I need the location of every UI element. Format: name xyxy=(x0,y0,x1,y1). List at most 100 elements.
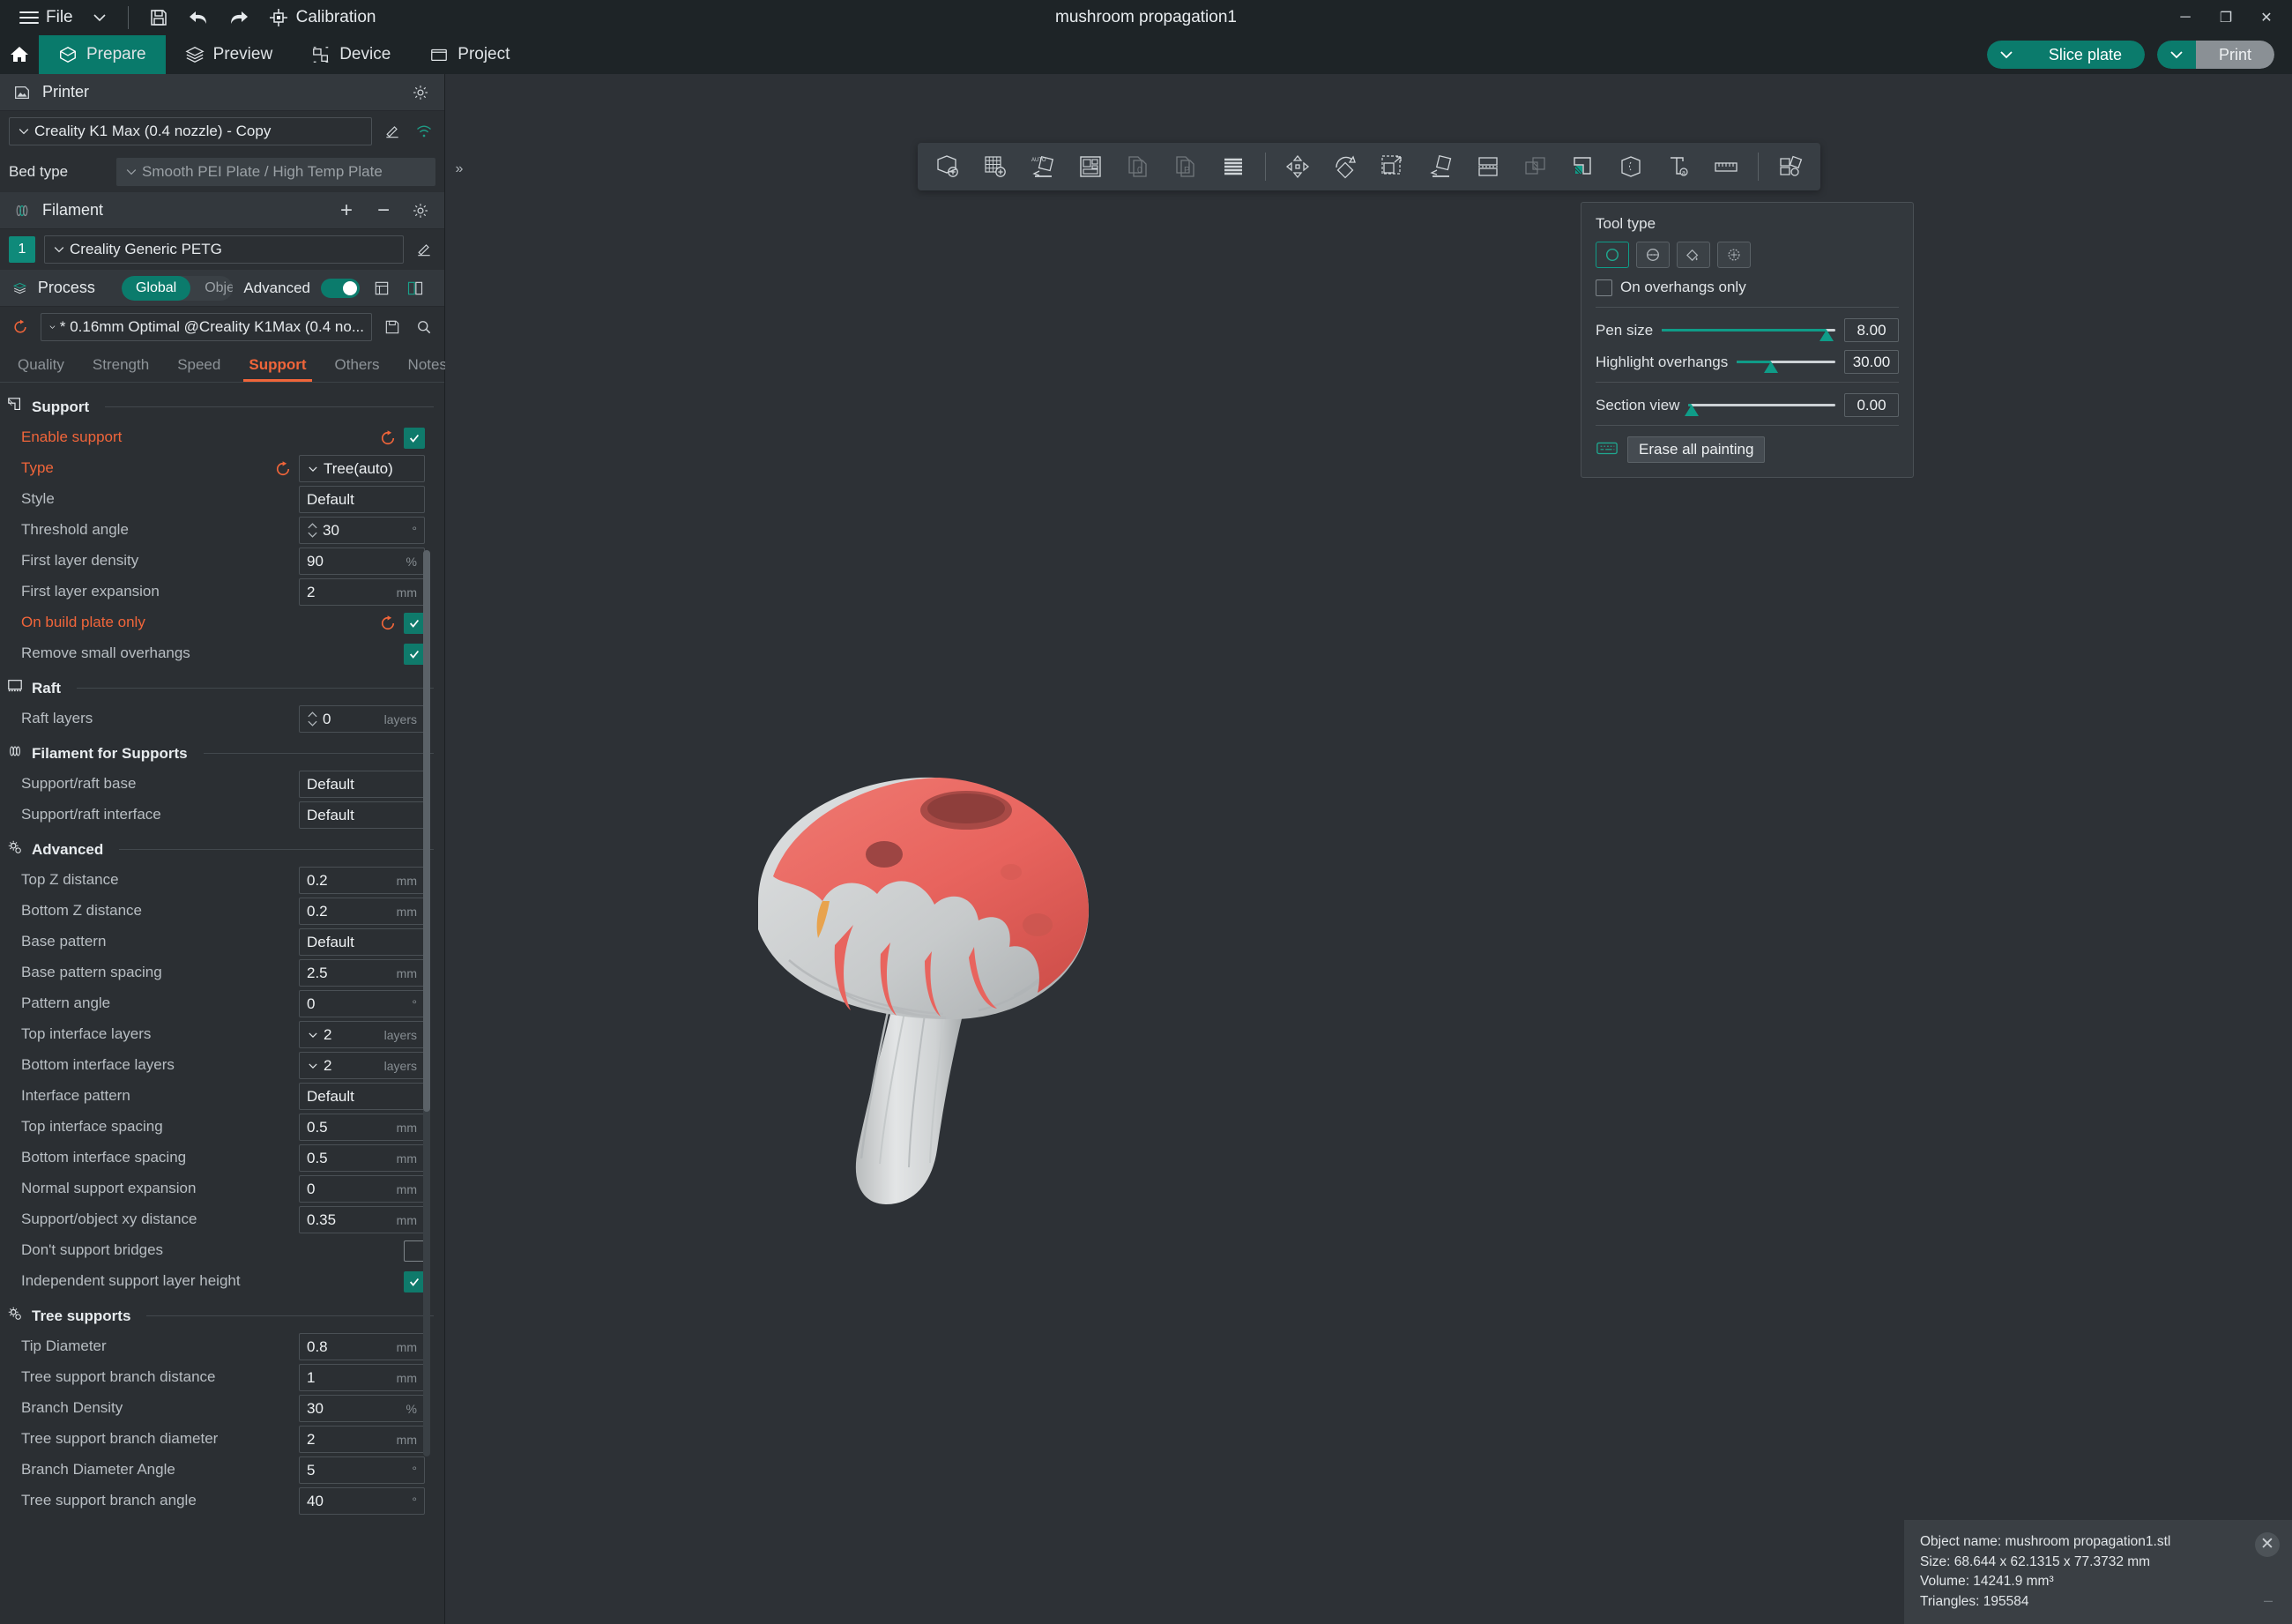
top-interface-layers-select[interactable]: 2 layers xyxy=(299,1021,425,1048)
compare-presets-button[interactable] xyxy=(370,277,393,300)
nav-tab-device[interactable]: Device xyxy=(292,35,410,74)
rotate-icon[interactable] xyxy=(1322,146,1368,187)
fill-bucket-icon[interactable] xyxy=(1677,242,1710,268)
viewport-3d[interactable]: AUTO 0 P a Tool type On overhangs only P… xyxy=(445,74,2292,1624)
measure-icon[interactable] xyxy=(1703,146,1749,187)
filament-index-badge[interactable]: 1 xyxy=(9,236,35,263)
lay-flat-icon[interactable] xyxy=(1418,146,1463,187)
highlight-overhangs-slider[interactable] xyxy=(1737,354,1835,373)
filament-edit-button[interactable] xyxy=(413,238,435,261)
print-button[interactable]: Print xyxy=(2156,41,2274,69)
support-raft-interface-input[interactable]: Default xyxy=(299,801,425,829)
nav-tab-prepare[interactable]: Prepare xyxy=(39,35,166,74)
collapse-panel-button[interactable]: » xyxy=(450,152,469,187)
print-label[interactable]: Print xyxy=(2195,41,2274,69)
copy-object-icon[interactable]: 0 xyxy=(1115,146,1161,187)
paste-object-icon[interactable]: P xyxy=(1163,146,1209,187)
independent-support-layer-height-checkbox[interactable] xyxy=(404,1270,425,1292)
nav-tab-preview[interactable]: Preview xyxy=(166,35,293,74)
bottom-z-distance-input[interactable]: 0.2 mm xyxy=(299,898,425,925)
move-icon[interactable] xyxy=(1275,146,1321,187)
pen-size-slider[interactable] xyxy=(1662,322,1835,341)
type-select[interactable]: Tree(auto) xyxy=(299,455,425,482)
add-plate-icon[interactable] xyxy=(972,146,1018,187)
support-raft-base-input[interactable]: Default xyxy=(299,771,425,798)
close-icon[interactable]: ✕ xyxy=(2255,1532,2280,1558)
pen-size-value[interactable]: 8.00 xyxy=(1844,318,1899,342)
tree-support-branch-diameter-input[interactable]: 2 mm xyxy=(299,1426,425,1453)
nav-tab-project[interactable]: Project xyxy=(410,35,529,74)
smart-fill-icon[interactable] xyxy=(1717,242,1751,268)
tab-others[interactable]: Others xyxy=(321,348,394,382)
color-painting-icon[interactable] xyxy=(1608,146,1654,187)
text-icon[interactable]: a xyxy=(1656,146,1701,187)
arrange-icon[interactable] xyxy=(1068,146,1113,187)
keyboard-icon[interactable] xyxy=(1596,439,1619,461)
layers-icon[interactable] xyxy=(1210,146,1256,187)
base-pattern-input[interactable]: Default xyxy=(299,928,425,956)
support-object-xy-distance-input[interactable]: 0.35 mm xyxy=(299,1206,425,1233)
maximize-button[interactable]: ❐ xyxy=(2206,0,2246,35)
tab-strength[interactable]: Strength xyxy=(78,348,163,382)
section-view-value[interactable]: 0.00 xyxy=(1844,393,1899,417)
redo-button[interactable] xyxy=(219,0,259,35)
on-overhangs-only-row[interactable]: On overhangs only xyxy=(1596,279,1899,296)
branch-diameter-angle-input[interactable]: 5 ° xyxy=(299,1456,425,1484)
file-menu-button[interactable]: File xyxy=(11,0,82,35)
branch-density-input[interactable]: 30% xyxy=(299,1395,425,1422)
stepper-icon[interactable] xyxy=(307,522,318,539)
printer-edit-button[interactable] xyxy=(381,120,404,143)
paint-seam-icon[interactable] xyxy=(1513,146,1559,187)
top-z-distance-input[interactable]: 0.2 mm xyxy=(299,867,425,894)
cut-icon[interactable] xyxy=(1465,146,1511,187)
slice-plate-dropdown[interactable] xyxy=(1986,41,2026,69)
model-mushroom[interactable] xyxy=(710,771,1203,1282)
filament-preset-select[interactable]: Creality Generic PETG xyxy=(44,235,404,264)
highlight-overhangs-value[interactable]: 30.00 xyxy=(1844,350,1899,374)
auto-orient-icon[interactable]: AUTO xyxy=(1020,146,1066,187)
don-t-support-bridges-checkbox[interactable] xyxy=(404,1240,425,1262)
add-filament-button[interactable]: + xyxy=(335,198,358,222)
stepper-icon[interactable] xyxy=(307,711,318,727)
slice-plate-button[interactable]: Slice plate xyxy=(1986,41,2145,69)
process-scope-objects[interactable]: Objects xyxy=(190,276,233,301)
tree-support-branch-distance-input[interactable]: 1 mm xyxy=(299,1364,425,1391)
printer-preset-select[interactable]: Creality K1 Max (0.4 nozzle) - Copy xyxy=(9,117,372,145)
bottom-interface-layers-select[interactable]: 2 layers xyxy=(299,1052,425,1079)
scale-icon[interactable] xyxy=(1370,146,1416,187)
close-button[interactable]: ✕ xyxy=(2246,0,2287,35)
minimize-button[interactable]: ─ xyxy=(2165,0,2206,35)
print-dropdown[interactable] xyxy=(2156,41,2196,69)
raft-layers-stepper[interactable]: 0 layers xyxy=(299,705,425,733)
process-save-button[interactable] xyxy=(381,316,404,339)
first-layer-density-input[interactable]: 90% xyxy=(299,548,425,575)
tip-diameter-input[interactable]: 0.8 mm xyxy=(299,1333,425,1360)
settings-scrollbar[interactable] xyxy=(423,550,430,1456)
advanced-toggle[interactable] xyxy=(321,278,360,298)
process-scope-global[interactable]: Global xyxy=(121,275,191,301)
enable-support-checkbox[interactable] xyxy=(404,427,425,449)
on-build-plate-only-checkbox[interactable] xyxy=(404,612,425,634)
filament-settings-button[interactable] xyxy=(409,199,432,222)
threshold-angle-stepper[interactable]: 30 ° xyxy=(299,517,425,544)
undo-button[interactable] xyxy=(178,0,219,35)
process-search-button[interactable] xyxy=(413,316,435,339)
sphere-brush-icon[interactable] xyxy=(1636,242,1670,268)
tab-quality[interactable]: Quality xyxy=(4,348,78,382)
style-input[interactable]: Default xyxy=(299,486,425,513)
bottom-interface-spacing-input[interactable]: 0.5 mm xyxy=(299,1144,425,1172)
section-view-slider[interactable] xyxy=(1684,397,1835,416)
save-button[interactable] xyxy=(139,0,178,35)
add-object-icon[interactable] xyxy=(925,146,971,187)
support-painting-icon[interactable] xyxy=(1560,146,1606,187)
circle-brush-icon[interactable] xyxy=(1596,242,1629,268)
printer-wifi-button[interactable] xyxy=(413,120,435,143)
menu-dropdown-button[interactable] xyxy=(82,0,117,35)
minimize-icon[interactable]: – xyxy=(2260,1591,2276,1609)
on-overhangs-only-checkbox[interactable] xyxy=(1596,279,1612,296)
remove-filament-button[interactable]: − xyxy=(372,198,395,222)
first-layer-expansion-input[interactable]: 2 mm xyxy=(299,578,425,606)
erase-all-painting-button[interactable]: Erase all painting xyxy=(1627,436,1766,463)
reset-value-icon[interactable] xyxy=(379,615,397,632)
tab-speed[interactable]: Speed xyxy=(163,348,234,382)
